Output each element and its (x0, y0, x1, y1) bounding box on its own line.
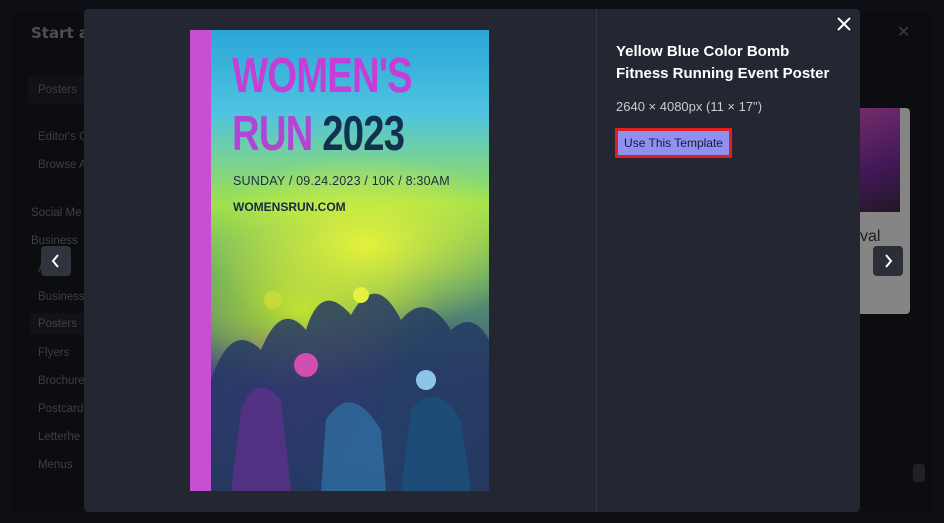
poster-headline: WOMEN'S (232, 49, 413, 103)
poster-event-details: SUNDAY / 09.24.2023 / 10K / 8:30AM (233, 174, 450, 188)
template-dimensions: 2640 × 4080px (11 × 17") (616, 99, 763, 114)
use-template-button[interactable]: Use This Template (615, 128, 732, 158)
chevron-left-icon (51, 254, 59, 268)
modal-divider (596, 9, 597, 512)
poster-headline-line2: RUN 2023 (232, 107, 405, 161)
chevron-right-icon (885, 254, 893, 268)
poster-preview-image: WOMEN'S RUN 2023 SUNDAY / 09.24.2023 / 1… (190, 30, 489, 491)
template-title: Yellow Blue Color Bomb Fitness Running E… (616, 43, 830, 82)
next-button[interactable] (873, 246, 903, 276)
close-icon[interactable] (833, 14, 855, 36)
crowd-illustration (211, 287, 489, 491)
poster-side-stripe (190, 30, 211, 491)
poster-url: WOMENSRUN.COM (233, 200, 346, 214)
poster-year-text: 2023 (322, 107, 405, 161)
poster-run-text: RUN (232, 107, 323, 161)
previous-button[interactable] (41, 246, 71, 276)
